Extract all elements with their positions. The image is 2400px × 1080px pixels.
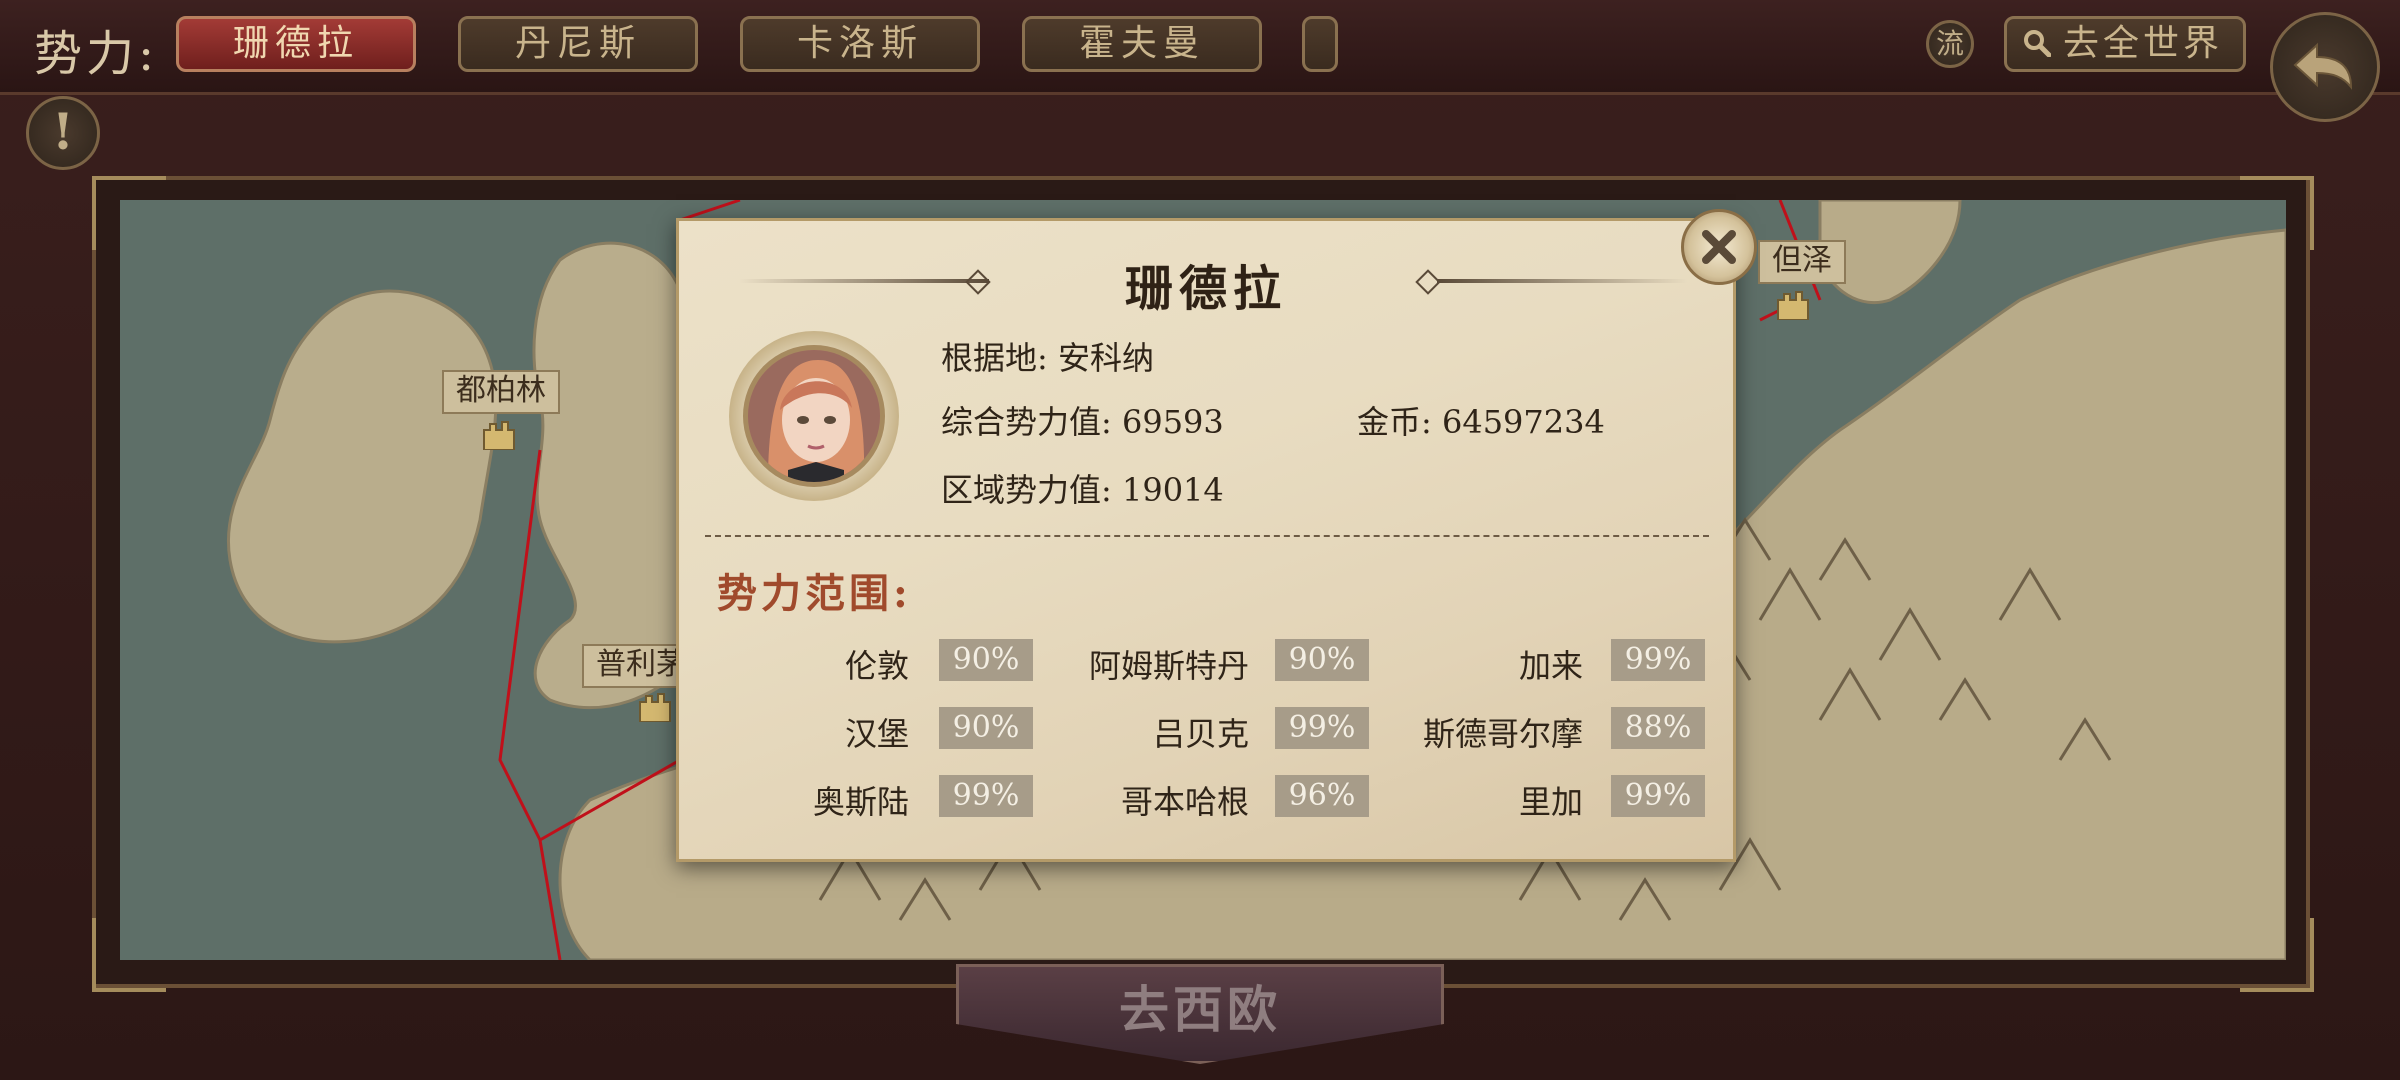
tab-faction-5-partial[interactable] (1302, 16, 1338, 72)
search-world-button[interactable]: 去全世界 (2004, 16, 2246, 72)
gold-row: 金币: 64597234 (1357, 397, 1605, 443)
title-ornament (1437, 279, 1687, 283)
region-power-value: 19014 (1121, 471, 1224, 509)
flow-button[interactable]: 流 (1926, 20, 1974, 68)
territory-percent: 88% (1611, 707, 1705, 749)
territory-name: 斯德哥尔摩 (1422, 715, 1583, 753)
power-row: 综合势力值: 69593 (941, 397, 1224, 443)
city-castle-icon[interactable] (638, 692, 672, 722)
search-icon (2024, 30, 2051, 57)
tab-faction-4[interactable]: 霍夫曼 (1022, 16, 1262, 72)
back-button[interactable] (2270, 12, 2380, 122)
power-label: 综合势力值: (941, 403, 1112, 441)
region-power-label: 区域势力值: (941, 471, 1112, 509)
city-castle-icon[interactable] (1776, 290, 1810, 320)
base-row: 根据地: 安科纳 (941, 333, 1154, 379)
gold-value: 64597234 (1441, 403, 1605, 441)
city-castle-icon[interactable] (482, 420, 516, 450)
faction-label: 势力: (34, 26, 159, 82)
base-value: 安科纳 (1057, 339, 1154, 377)
base-label: 根据地: (941, 339, 1048, 377)
info-button[interactable]: ! (26, 96, 100, 170)
divider (705, 535, 1709, 537)
territory-name: 伦敦 (844, 647, 909, 685)
close-button[interactable] (1681, 209, 1757, 285)
city-label-danzig[interactable]: 但泽 (1758, 240, 1846, 284)
tab-faction-2[interactable]: 丹尼斯 (458, 16, 698, 72)
region-power-row: 区域势力值: 19014 (941, 465, 1224, 511)
tab-faction-1[interactable]: 珊德拉 (176, 16, 416, 72)
territory-name: 汉堡 (844, 715, 909, 753)
city-label-dublin[interactable]: 都柏林 (442, 370, 560, 414)
territory-name: 加来 (1518, 647, 1583, 685)
territory-name: 里加 (1518, 783, 1583, 821)
territory-name: 阿姆斯特丹 (1088, 647, 1249, 685)
territory-percent: 99% (1611, 775, 1705, 817)
territory-name: 奥斯陆 (812, 783, 909, 821)
faction-info-dialog: 珊德拉 根据地: 安科纳 综合势力值: 69593 金币: 64597234 区… (676, 209, 1757, 862)
portrait-image (748, 350, 880, 482)
avatar-frame (729, 331, 899, 501)
leader-avatar[interactable] (743, 345, 885, 487)
territory-name: 吕贝克 (1152, 715, 1249, 753)
top-bar: 势力: 珊德拉 丹尼斯 卡洛斯 霍夫曼 流 去全世界 (0, 0, 2400, 122)
power-value: 69593 (1121, 403, 1224, 441)
search-world-label: 去全世界 (2063, 23, 2224, 64)
close-icon (1702, 230, 1736, 264)
dialog-title: 珊德拉 (1124, 261, 1287, 317)
territory-name: 哥本哈根 (1120, 783, 1249, 821)
back-arrow-icon (2293, 42, 2353, 90)
section-title: 势力范围: (717, 570, 912, 617)
go-western-europe-button[interactable]: 去西欧 (956, 964, 1444, 1064)
gold-label: 金币: (1357, 403, 1432, 441)
territory-percent: 99% (1611, 639, 1705, 681)
tab-faction-3[interactable]: 卡洛斯 (740, 16, 980, 72)
